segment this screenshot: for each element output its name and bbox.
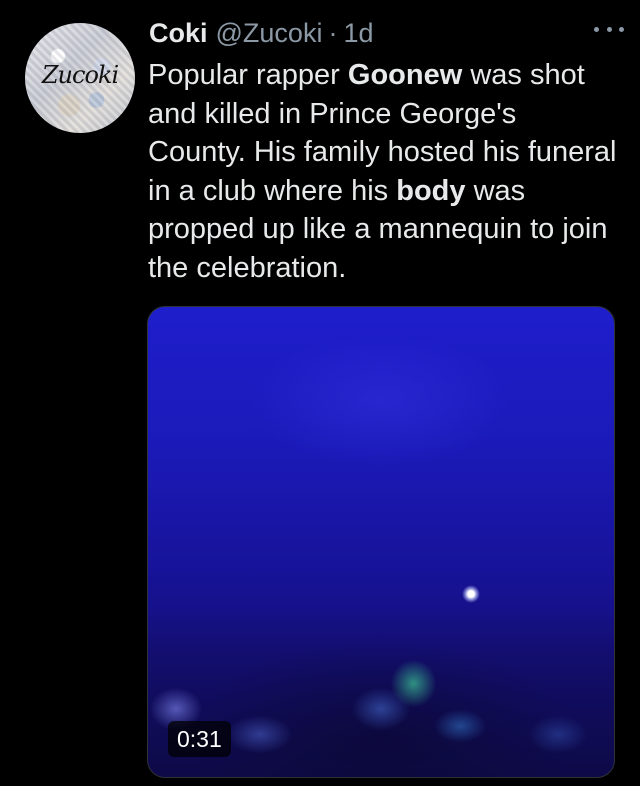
tweet-timestamp[interactable]: 1d: [343, 18, 373, 49]
tweet-header: Coki @Zucoki · 1d: [149, 13, 374, 53]
avatar-logo-text: Zucoki: [41, 61, 119, 89]
tweet-text-bold-body: body: [396, 174, 466, 207]
display-name[interactable]: Coki: [149, 18, 208, 49]
user-handle[interactable]: @Zucoki: [216, 18, 323, 49]
more-dot: [619, 26, 624, 32]
video-frame-light: [462, 585, 480, 603]
tweet-text: Popular rapper Goonew was shot and kille…: [148, 56, 618, 287]
more-dot: [606, 26, 612, 32]
header-separator: ·: [328, 17, 338, 48]
avatar[interactable]: Zucoki: [25, 23, 135, 133]
tweet-text-bold-goonew: Goonew: [347, 59, 463, 91]
more-dot: [594, 26, 599, 32]
video-player[interactable]: 0:31: [147, 306, 615, 778]
more-horizontal-icon[interactable]: [594, 22, 624, 36]
tweet-text-part: Popular rapper: [148, 59, 348, 91]
video-duration-badge: 0:31: [168, 721, 231, 757]
